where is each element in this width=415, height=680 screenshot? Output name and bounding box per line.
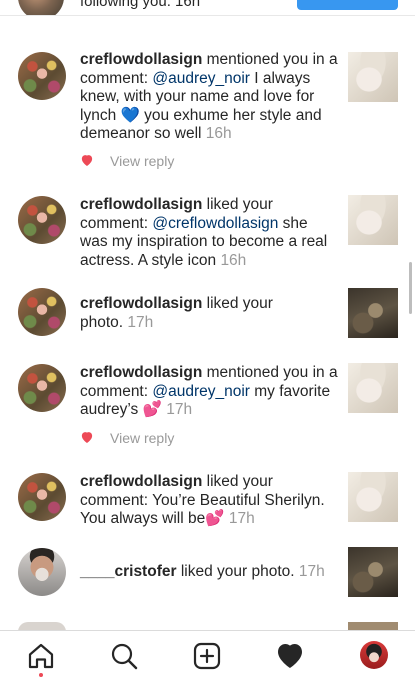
- view-reply-link[interactable]: View reply: [110, 430, 174, 446]
- tab-search[interactable]: [109, 641, 139, 671]
- notification-text: creflowdollasign liked your photo. 17h: [80, 295, 273, 331]
- home-icon: [28, 643, 54, 669]
- active-indicator: [39, 673, 43, 677]
- scrollbar[interactable]: [409, 262, 412, 314]
- partial-notification-row: following you. 16h: [0, 0, 415, 16]
- mention-link[interactable]: @audrey_noir: [152, 70, 250, 87]
- avatar[interactable]: [18, 196, 66, 244]
- timestamp: 17h: [228, 510, 255, 527]
- timestamp: 17h: [127, 313, 154, 331]
- avatar[interactable]: [18, 288, 66, 336]
- username-link[interactable]: creflowdollasign: [80, 473, 202, 490]
- heart-icon: [81, 155, 93, 166]
- tab-new-post[interactable]: [192, 641, 222, 671]
- notification-text: ____cristofer liked your photo. 17h: [80, 563, 325, 580]
- plus-square-icon: [193, 642, 221, 670]
- follow-button[interactable]: [297, 0, 398, 10]
- post-thumbnail[interactable]: [348, 288, 398, 338]
- tab-profile[interactable]: [360, 641, 388, 669]
- username-link[interactable]: creflowdollasign: [80, 51, 202, 68]
- username-link[interactable]: creflowdollasign: [80, 295, 202, 312]
- notification-text: creflowdollasign liked your comment: @cr…: [80, 196, 328, 269]
- username-link[interactable]: creflowdollasign: [80, 196, 202, 213]
- tab-activity[interactable]: [275, 641, 305, 671]
- mention-link[interactable]: @creflowdollasign: [152, 215, 278, 232]
- timestamp: 17h: [166, 401, 193, 418]
- timestamp: 16h: [205, 125, 232, 142]
- search-icon: [111, 643, 138, 670]
- avatar[interactable]: [18, 364, 66, 412]
- post-thumbnail[interactable]: [348, 547, 398, 597]
- post-thumbnail[interactable]: [348, 195, 398, 245]
- bottom-tab-bar: [0, 630, 415, 680]
- activity-feed: following you. 16h creflowdollasign ment…: [0, 0, 415, 630]
- heart-icon: [81, 432, 93, 443]
- username-link[interactable]: ____cristofer: [80, 563, 177, 580]
- avatar[interactable]: [18, 473, 66, 521]
- post-thumbnail[interactable]: [348, 472, 398, 522]
- timestamp: 17h: [298, 563, 325, 580]
- post-thumbnail[interactable]: [348, 622, 398, 630]
- post-thumbnail[interactable]: [348, 52, 398, 102]
- mention-link[interactable]: @audrey_noir: [152, 383, 250, 400]
- notification-text: creflowdollasign mentioned you in a comm…: [80, 364, 338, 418]
- post-thumbnail[interactable]: [348, 363, 398, 413]
- tab-home[interactable]: [26, 641, 56, 671]
- notification-text: creflowdollasign liked your comment: You…: [80, 473, 325, 527]
- notification-text: creflowdollasign mentioned you in a comm…: [80, 51, 338, 142]
- username-link[interactable]: creflowdollasign: [80, 364, 202, 381]
- partial-notification-text: following you. 16h: [80, 0, 201, 10]
- view-reply-link[interactable]: View reply: [110, 153, 174, 169]
- avatar[interactable]: [18, 548, 66, 596]
- avatar[interactable]: [18, 52, 66, 100]
- avatar[interactable]: [18, 0, 64, 15]
- timestamp: 16h: [220, 251, 247, 269]
- avatar[interactable]: [18, 622, 66, 630]
- heart-filled-icon: [278, 644, 302, 668]
